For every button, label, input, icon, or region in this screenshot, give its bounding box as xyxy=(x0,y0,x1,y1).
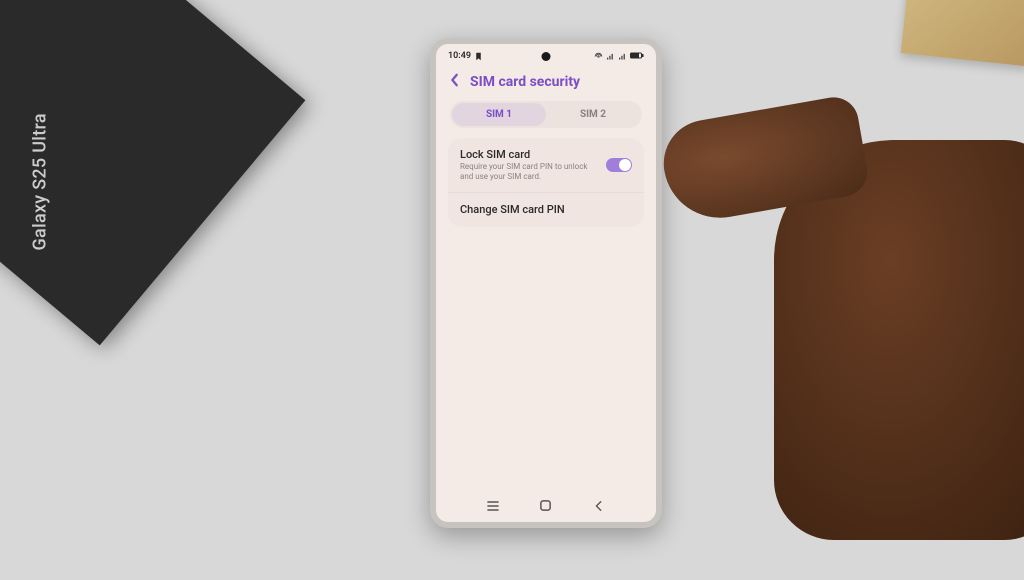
lock-sim-title: Lock SIM card xyxy=(460,148,598,161)
lock-sim-subtitle: Require your SIM card PIN to unlock and … xyxy=(460,162,598,182)
status-time: 10:49 xyxy=(448,51,471,61)
tab-sim2[interactable]: SIM 2 xyxy=(546,103,640,126)
toggle-knob xyxy=(619,159,631,171)
change-pin-title: Change SIM card PIN xyxy=(460,203,632,216)
battery-icon xyxy=(630,52,644,61)
recents-button[interactable] xyxy=(486,500,500,512)
phone-status-icon xyxy=(474,52,483,61)
signal-icon-2 xyxy=(618,52,627,61)
front-camera xyxy=(542,52,551,61)
product-box-label: Galaxy S25 Ultra xyxy=(30,113,51,250)
sim-tabs: SIM 1 SIM 2 xyxy=(450,101,642,128)
lock-sim-toggle[interactable] xyxy=(606,158,632,172)
hand xyxy=(664,80,1024,580)
tab-sim1[interactable]: SIM 1 xyxy=(452,103,546,126)
settings-card: Lock SIM card Require your SIM card PIN … xyxy=(448,138,644,227)
lock-sim-row[interactable]: Lock SIM card Require your SIM card PIN … xyxy=(448,138,644,193)
phone-screen: 10:49 xyxy=(436,44,656,522)
back-icon[interactable] xyxy=(450,73,460,91)
home-button[interactable] xyxy=(539,499,553,512)
back-button[interactable] xyxy=(592,500,606,512)
page-header: SIM card security xyxy=(436,65,656,101)
wood-prop xyxy=(901,0,1024,67)
phone-frame: 10:49 xyxy=(430,38,662,528)
hotspot-icon xyxy=(594,52,603,61)
signal-icon xyxy=(606,52,615,61)
navigation-bar xyxy=(436,489,656,522)
page-title: SIM card security xyxy=(470,74,580,90)
change-pin-row[interactable]: Change SIM card PIN xyxy=(448,193,644,227)
